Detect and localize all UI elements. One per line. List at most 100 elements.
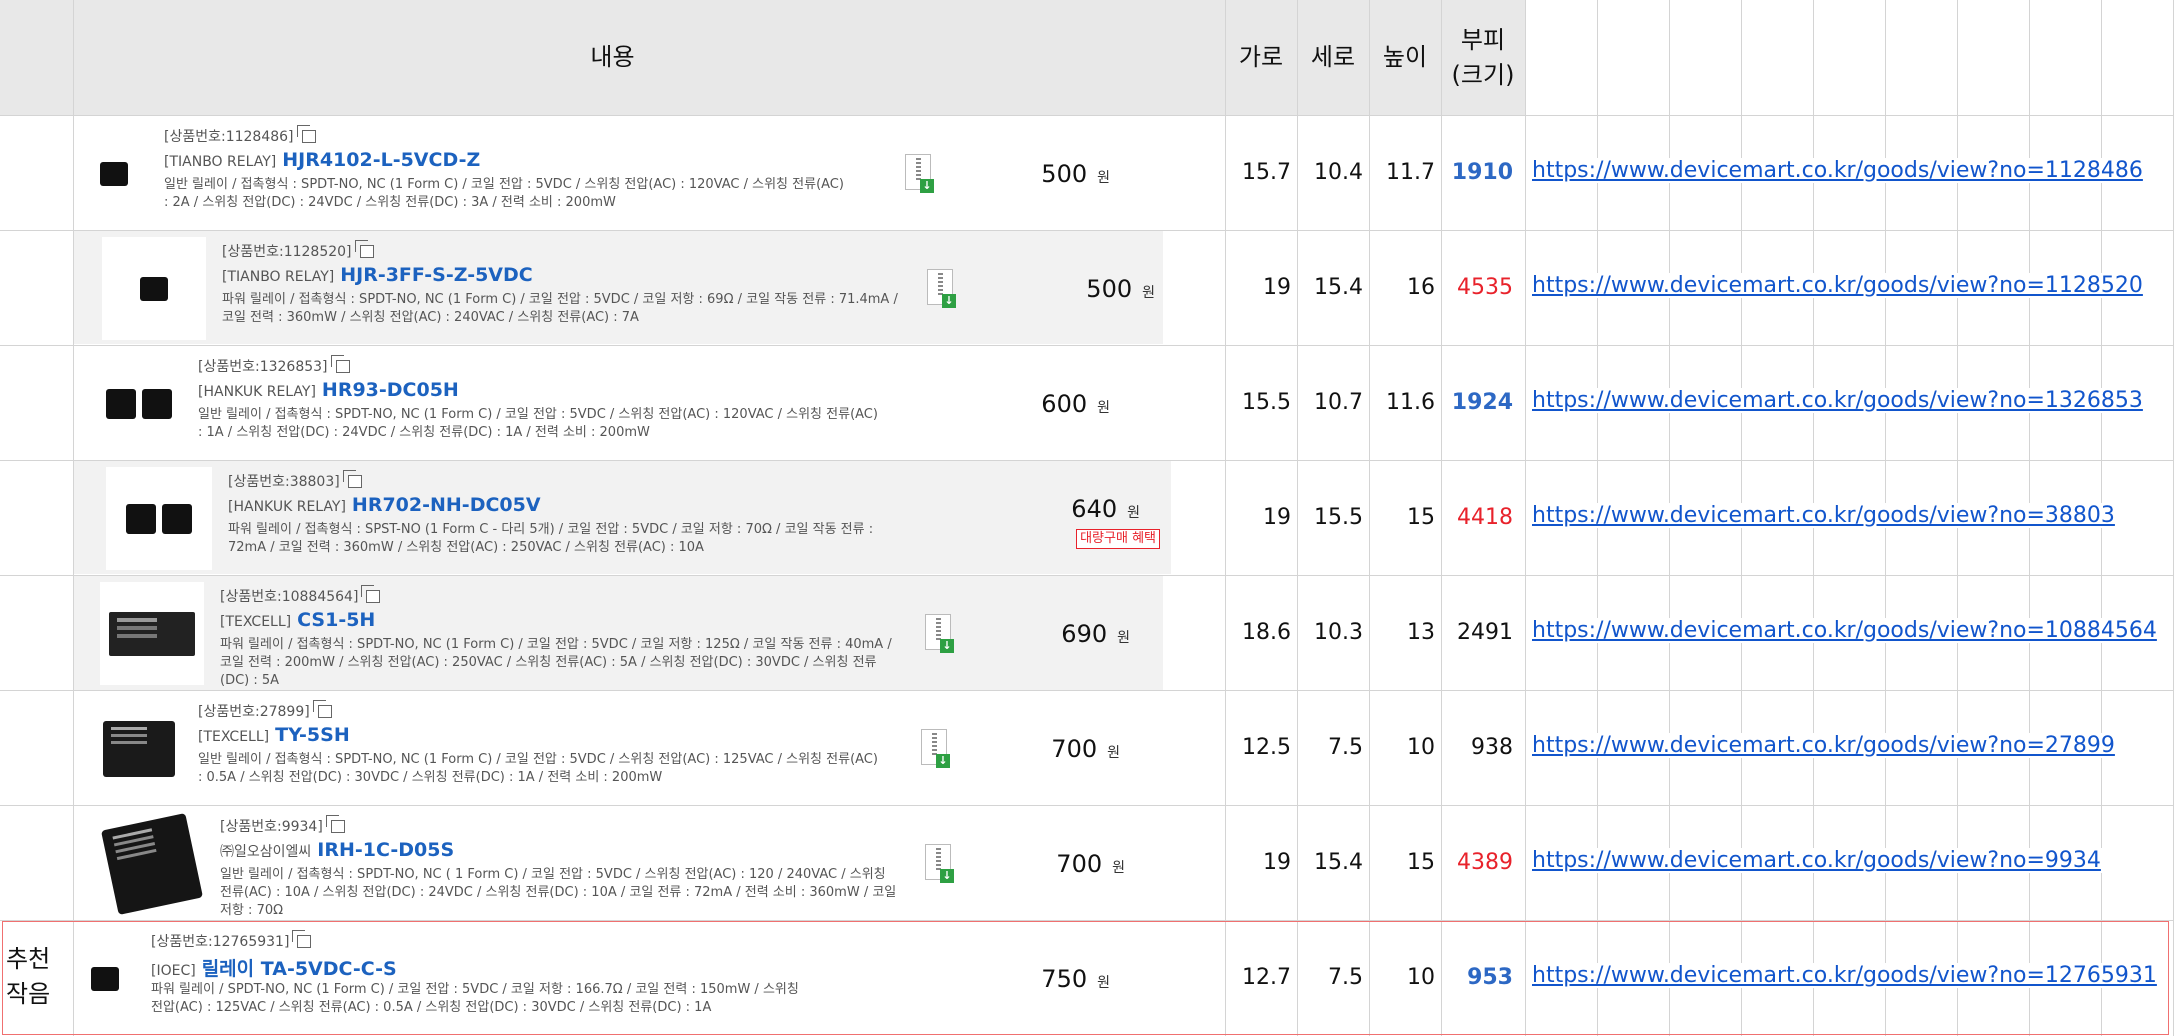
price-unit: 원 [1117,630,1130,646]
product-thumbnail[interactable] [96,352,182,455]
price-unit: 원 [1107,745,1120,761]
price-unit: 원 [1112,860,1125,876]
dimension-depth: 10.3 [1314,620,1363,645]
product-name-link[interactable]: TY-5SH [275,724,350,746]
price-value: 700 [1051,735,1098,763]
product-name-link[interactable]: HJR-3FF-S-Z-5VDC [340,264,533,286]
product-name-line: [TIANBO RELAY] HJR-3FF-S-Z-5VDC [222,264,533,286]
product-name-line: ㈜일오삼이엘씨 IRH-1C-D05S [220,839,454,861]
recommend-label-line1: 추천 [6,945,51,973]
table-row: [상품번호:1128486] [TIANBO RELAY] HJR4102-L-5V… [0,116,2174,231]
product-code: [상품번호:1128520] [222,239,374,261]
product-description: 파워 릴레이 / 접촉형식 : SPDT-NO, NC (1 Form C) /… [222,292,898,325]
datasheet-zip-mark [916,158,921,180]
product-thumbnail[interactable] [100,812,204,915]
datasheet-download-icon[interactable]: ↓ [905,154,934,193]
product-url-link[interactable]: https://www.devicemart.co.kr/goods/view?… [1530,848,2103,873]
product-url-link[interactable]: https://www.devicemart.co.kr/goods/view?… [1530,503,2117,528]
product-name-link[interactable]: HJR4102-L-5VCD-Z [282,149,480,171]
volume-value: 4389 [1457,850,1513,875]
product-price: 600 원 [1041,390,1110,418]
table-row: [상품번호:38803] [HANKUK RELAY] HR702-NH-DC05V… [0,461,2174,576]
dimension-height: 10 [1407,735,1435,760]
table-row: [상품번호:9934] ㈜일오삼이엘씨 IRH-1C-D05S 일반 릴레이 / 접촉… [0,806,2174,921]
datasheet-download-icon[interactable]: ↓ [927,269,956,308]
volume-value: 1924 [1451,390,1513,415]
product-brand: [TEXCELL] [220,614,292,630]
product-description: 파워 릴레이 / 접촉형식 : SPDT-NO, NC (1 Form C) /… [220,637,892,688]
product-thumbnail[interactable] [96,697,182,800]
dimension-width: 15.5 [1242,390,1291,415]
recommend-label-line2: 작음 [6,980,51,1008]
download-arrow-icon: ↓ [942,294,956,308]
product-thumbnail[interactable] [102,237,206,340]
dimension-height: 16 [1407,275,1435,300]
dimension-depth: 15.5 [1314,505,1363,530]
dimension-width: 12.5 [1242,735,1291,760]
product-code: [상품번호:1128486] [164,124,316,146]
product-brand: [TEXCELL] [198,729,270,745]
product-code-text: [상품번호:38803] [228,474,340,490]
product-code: [상품번호:10884564] [220,584,381,606]
price-unit: 원 [1127,505,1140,521]
product-url-link[interactable]: https://www.devicemart.co.kr/goods/view?… [1530,618,2159,643]
header-height: 높이 [1382,43,1428,71]
product-thumbnail[interactable] [100,582,204,685]
bulk-discount-badge[interactable]: 대량구매 혜택 [1076,529,1160,549]
product-name-link[interactable]: HR93-DC05H [322,379,459,401]
product-name-line: [TEXCELL] TY-5SH [198,724,350,746]
datasheet-zip-mark [932,733,937,755]
product-url-link[interactable]: https://www.devicemart.co.kr/goods/view?… [1530,733,2117,758]
product-name-link[interactable]: IRH-1C-D05S [317,839,454,861]
product-name-link[interactable]: HR702-NH-DC05V [352,494,541,516]
product-brand: [TIANBO RELAY] [222,269,335,285]
price-value: 500 [1041,160,1088,188]
product-code-text: [상품번호:1128520] [222,244,352,260]
copy-icon[interactable] [330,354,350,373]
copy-icon[interactable] [354,239,374,258]
dimension-width: 19 [1263,505,1291,530]
datasheet-download-icon[interactable]: ↓ [921,729,950,768]
dimension-depth: 10.4 [1314,160,1363,185]
price-value: 500 [1086,275,1133,303]
recommend-highlight [2,921,2169,1035]
product-price: 500 원 [1086,275,1155,303]
product-code: [상품번호:9934] [220,814,345,836]
table-row: [상품번호:27899] [TEXCELL] TY-5SH 일반 릴레이 / 접촉형식… [0,691,2174,806]
datasheet-download-icon[interactable]: ↓ [925,844,954,883]
price-value: 700 [1056,850,1103,878]
product-code-text: [상품번호:1128486] [164,129,294,145]
product-thumbnail[interactable] [106,467,212,570]
product-url-link[interactable]: https://www.devicemart.co.kr/goods/view?… [1530,388,2145,413]
price-value: 640 [1071,495,1118,523]
product-code: [상품번호:1326853] [198,354,350,376]
product-name-link[interactable]: CS1-5H [297,609,375,631]
copy-icon[interactable] [325,814,345,833]
copy-icon[interactable] [296,124,316,143]
product-code-text: [상품번호:10884564] [220,589,359,605]
copy-icon[interactable] [361,584,381,603]
product-code-text: [상품번호:1326853] [198,359,328,375]
product-description: 일반 릴레이 / 접촉형식 : SPDT-NO, NC (1 Form C) /… [198,752,878,785]
product-code-text: [상품번호:27899] [198,704,310,720]
volume-value: 4418 [1457,505,1513,530]
product-name-line: [TEXCELL] CS1-5H [220,609,375,631]
volume-value: 938 [1471,735,1513,760]
copy-icon[interactable] [312,699,332,718]
dimension-height: 15 [1407,850,1435,875]
product-thumbnail[interactable] [80,122,148,225]
dimension-width: 19 [1263,850,1291,875]
dimension-width: 15.7 [1242,160,1291,185]
datasheet-download-icon[interactable]: ↓ [925,614,954,653]
product-url-link[interactable]: https://www.devicemart.co.kr/goods/view?… [1530,158,2145,183]
product-brand: [HANKUK RELAY] [198,384,316,400]
dimension-width: 19 [1263,275,1291,300]
product-url-link[interactable]: https://www.devicemart.co.kr/goods/view?… [1530,273,2145,298]
table-row: [상품번호:1326853] [HANKUK RELAY] HR93-DC05H 일반… [0,346,2174,461]
dimension-depth: 15.4 [1314,850,1363,875]
product-price: 700 원 [1051,735,1120,763]
dimension-height: 13 [1407,620,1435,645]
dimension-height: 11.7 [1386,160,1435,185]
dimension-width: 18.6 [1242,620,1291,645]
copy-icon[interactable] [342,469,362,488]
